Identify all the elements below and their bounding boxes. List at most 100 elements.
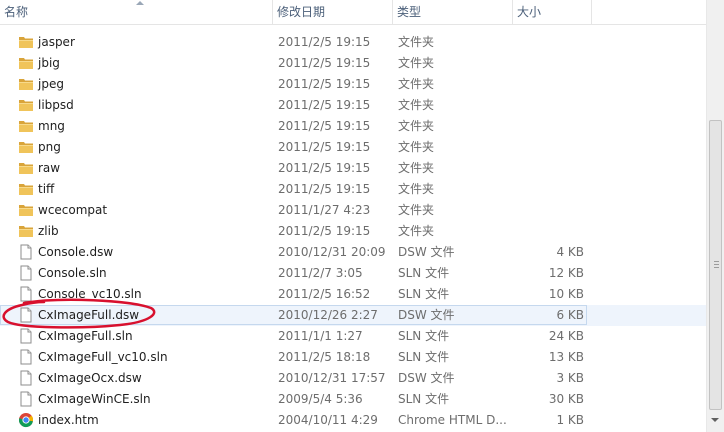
file-name: jpeg — [38, 77, 64, 91]
folder-row[interactable]: png 2011/2/5 19:15 文件夹 — [0, 137, 706, 158]
file-name: Console.sln — [38, 266, 107, 280]
folder-row[interactable]: jbig 2011/2/5 19:15 文件夹 — [0, 53, 706, 74]
file-name: CxImageFull_vc10.sln — [38, 350, 168, 364]
column-divider[interactable] — [591, 0, 592, 24]
file-name: CxImageFull.dsw — [38, 308, 140, 322]
folder-row[interactable]: jasper 2011/2/5 19:15 文件夹 — [0, 32, 706, 53]
file-modified-date: 2011/1/27 4:23 — [278, 203, 371, 217]
file-row[interactable]: Console_vc10.sln 2011/2/5 16:52 SLN 文件 10 K… — [0, 284, 706, 305]
file-name: tiff — [38, 182, 55, 196]
file-name: jasper — [38, 35, 75, 49]
folder-row[interactable]: wcecompat 2011/1/27 4:23 文件夹 — [0, 200, 706, 221]
folder-icon — [19, 37, 33, 48]
file-name: CxImageOcx.dsw — [38, 371, 142, 385]
file-type: Chrome HTML D... — [398, 413, 507, 427]
scrollbar-grip — [714, 267, 719, 268]
column-header-bar: 名称 修改日期 类型 大小 — [0, 0, 708, 25]
file-row[interactable]: CxImageWinCE.sln 2009/5/4 5:36 SLN 文件 30 KB — [0, 389, 706, 410]
scrollbar-thumb[interactable] — [709, 120, 722, 410]
file-name: png — [38, 140, 61, 154]
file-type: SLN 文件 — [398, 329, 450, 343]
file-modified-date: 2011/2/5 19:15 — [278, 98, 371, 112]
file-name: Console_vc10.sln — [38, 287, 142, 301]
folder-row[interactable]: jpeg 2011/2/5 19:15 文件夹 — [0, 74, 706, 95]
file-modified-date: 2011/2/5 19:15 — [278, 140, 371, 154]
file-icon — [20, 265, 32, 281]
file-size: 6 KB — [556, 308, 584, 322]
file-icon — [20, 244, 32, 260]
folder-row[interactable]: tiff 2011/2/5 19:15 文件夹 — [0, 179, 706, 200]
folder-icon — [19, 163, 33, 174]
folder-icon — [19, 121, 33, 132]
file-row[interactable]: CxImageFull.sln 2011/1/1 1:27 SLN 文件 24 KB — [0, 326, 706, 347]
file-row[interactable]: CxImageOcx.dsw 2010/12/31 17:57 DSW 文件 3 KB — [0, 368, 706, 389]
chrome-icon — [18, 413, 34, 428]
file-row[interactable]: index.htm 2004/10/11 4:29 Chrome HTML D...… — [0, 410, 706, 431]
file-name: zlib — [38, 224, 59, 238]
file-size: 1 KB — [556, 413, 584, 427]
file-modified-date: 2010/12/26 2:27 — [278, 308, 378, 322]
file-row[interactable]: CxImageFull.dsw 2010/12/26 2:27 DSW 文件 6 KB — [0, 305, 706, 326]
file-type: 文件夹 — [398, 182, 435, 196]
file-modified-date: 2011/2/5 19:15 — [278, 35, 371, 49]
column-header-size[interactable]: 大小 — [513, 0, 591, 24]
folder-row[interactable]: raw 2011/2/5 19:15 文件夹 — [0, 158, 706, 179]
file-type: 文件夹 — [398, 203, 435, 217]
vertical-scrollbar[interactable] — [706, 0, 724, 432]
file-size: 3 KB — [556, 371, 584, 385]
file-type: DSW 文件 — [398, 371, 455, 385]
folder-row[interactable]: libpsd 2011/2/5 19:15 文件夹 — [0, 95, 706, 116]
file-modified-date: 2011/2/5 19:15 — [278, 56, 371, 70]
column-header-type[interactable]: 类型 — [393, 0, 512, 24]
file-name: Console.dsw — [38, 245, 114, 259]
file-modified-date: 2011/2/5 18:18 — [278, 350, 371, 364]
folder-icon — [19, 100, 33, 111]
folder-icon — [19, 226, 33, 237]
column-header-type-label: 类型 — [397, 5, 422, 19]
column-header-name-label: 名称 — [4, 5, 29, 19]
file-row[interactable]: CxImageFull_vc10.sln 2011/2/5 18:18 SLN 文件… — [0, 347, 706, 368]
folder-icon — [19, 205, 33, 216]
file-type: 文件夹 — [398, 77, 435, 91]
folder-icon — [19, 184, 33, 195]
file-name: raw — [38, 161, 61, 175]
file-icon — [20, 328, 32, 344]
folder-row[interactable]: zlib 2011/2/5 19:15 文件夹 — [0, 221, 706, 242]
file-icon — [20, 286, 32, 302]
column-header-date-label: 修改日期 — [277, 5, 326, 19]
file-icon — [20, 370, 32, 386]
file-type: SLN 文件 — [398, 266, 450, 280]
file-size: 24 KB — [548, 329, 584, 343]
file-type: DSW 文件 — [398, 308, 455, 322]
sort-ascending-icon — [136, 1, 144, 5]
file-type: SLN 文件 — [398, 392, 450, 406]
file-type: DSW 文件 — [398, 245, 455, 259]
partial-folder-row[interactable] — [0, 24, 706, 28]
file-size: 13 KB — [548, 350, 584, 364]
file-name: index.htm — [38, 413, 99, 427]
file-type: 文件夹 — [398, 56, 435, 70]
file-list: jasper 2011/2/5 19:15 文件夹 jbig 2011/2/5 19:1… — [0, 24, 706, 432]
file-name: mng — [38, 119, 65, 133]
folder-row[interactable]: mng 2011/2/5 19:15 文件夹 — [0, 116, 706, 137]
file-name: wcecompat — [38, 203, 108, 217]
file-type: 文件夹 — [398, 161, 435, 175]
file-modified-date: 2004/10/11 4:29 — [278, 413, 378, 427]
file-size: 4 KB — [556, 245, 584, 259]
file-type: 文件夹 — [398, 140, 435, 154]
file-modified-date: 2011/1/1 1:27 — [278, 329, 363, 343]
column-header-date[interactable]: 修改日期 — [273, 0, 392, 24]
file-modified-date: 2011/2/5 19:15 — [278, 224, 371, 238]
scrollbar-grip — [714, 264, 719, 265]
folder-icon — [19, 79, 33, 90]
file-modified-date: 2011/2/5 19:15 — [278, 161, 371, 175]
file-modified-date: 2011/2/5 19:15 — [278, 77, 371, 91]
column-header-size-label: 大小 — [517, 5, 542, 19]
scroll-down-arrow-icon[interactable] — [711, 418, 719, 422]
file-row[interactable]: Console.dsw 2010/12/31 20:09 DSW 文件 4 KB — [0, 242, 706, 263]
folder-icon — [19, 58, 33, 69]
scrollbar-grip — [714, 261, 719, 262]
file-row[interactable]: Console.sln 2011/2/7 3:05 SLN 文件 12 KB — [0, 263, 706, 284]
file-name: libpsd — [38, 98, 74, 112]
file-type: 文件夹 — [398, 35, 435, 49]
